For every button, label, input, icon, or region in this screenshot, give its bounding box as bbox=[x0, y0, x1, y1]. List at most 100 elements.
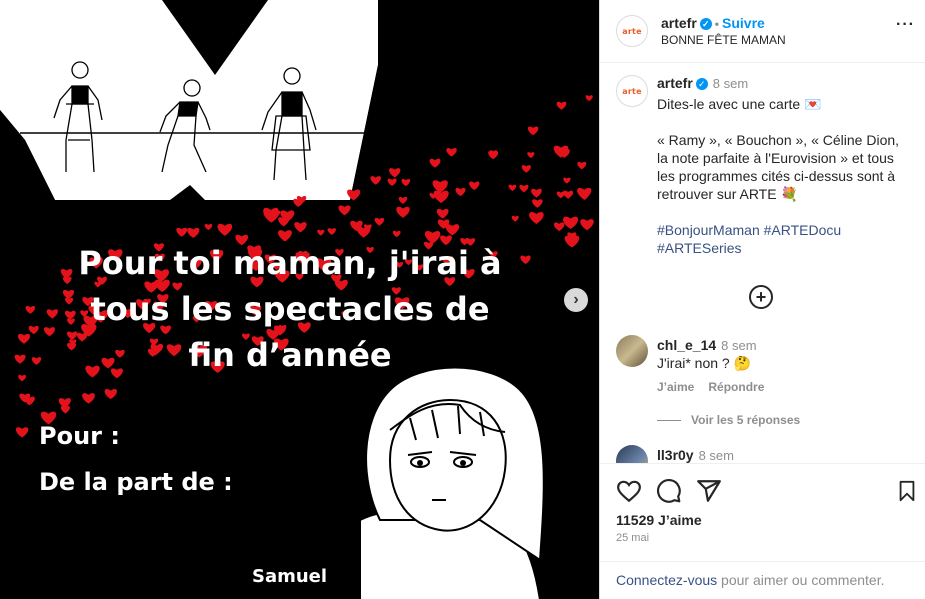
username-link[interactable]: artefr bbox=[661, 15, 697, 31]
comment-username[interactable]: ll3r0y bbox=[657, 447, 694, 463]
post-date[interactable]: 25 mai bbox=[616, 532, 649, 544]
comment-text: J'irai* non ? 🤔 bbox=[657, 355, 752, 371]
girl-illustration bbox=[359, 366, 545, 599]
signature: Samuel bbox=[252, 566, 328, 587]
next-slide-button[interactable]: › bbox=[564, 288, 588, 312]
comment-time: 8 sem bbox=[698, 448, 734, 463]
heart-decoration bbox=[294, 222, 307, 233]
heart-decoration bbox=[187, 227, 200, 238]
likes-count[interactable]: 11529 J’aime bbox=[616, 512, 702, 528]
verified-badge-icon: ✓ bbox=[695, 77, 708, 90]
card-to-label: Pour : bbox=[39, 422, 120, 450]
share-icon[interactable] bbox=[696, 478, 722, 504]
heart-decoration bbox=[338, 205, 351, 216]
heart-decoration bbox=[469, 181, 480, 191]
heart-decoration bbox=[263, 207, 279, 221]
heart-decoration bbox=[176, 227, 188, 237]
heart-decoration bbox=[553, 222, 565, 232]
caption-avatar[interactable]: arte bbox=[616, 75, 648, 107]
card-caption: Pour toi maman, j'irai à tous les specta… bbox=[60, 240, 520, 378]
heart-decoration bbox=[398, 196, 408, 204]
comment-header: ll3r0y 8 sem bbox=[657, 447, 734, 463]
heart-decoration bbox=[18, 374, 27, 382]
heart-decoration bbox=[370, 176, 381, 185]
avatar[interactable]: arte bbox=[616, 15, 648, 47]
heart-decoration bbox=[31, 357, 42, 365]
heart-decoration bbox=[563, 190, 574, 199]
comment-icon[interactable] bbox=[656, 478, 682, 504]
separator-dot: • bbox=[714, 17, 719, 31]
heart-decoration bbox=[374, 217, 385, 226]
post-subtitle: BONNE FÊTE MAMAN bbox=[661, 33, 786, 47]
heart-decoration bbox=[396, 206, 410, 218]
caption-line-1: Dites-le avec une carte 💌 bbox=[657, 96, 822, 112]
heart-decoration bbox=[529, 212, 544, 224]
verified-badge-icon: ✓ bbox=[699, 18, 712, 31]
heart-decoration bbox=[104, 388, 117, 400]
chevron-right-icon: › bbox=[573, 291, 579, 308]
follow-button[interactable]: Suivre bbox=[722, 15, 765, 31]
heart-decoration bbox=[433, 190, 449, 204]
more-options-icon[interactable]: ··· bbox=[896, 16, 915, 34]
hashtags-line-2[interactable]: #ARTESeries bbox=[657, 239, 907, 257]
heart-decoration bbox=[521, 165, 531, 173]
heart-decoration bbox=[28, 325, 39, 335]
login-prompt: Connectez-vous pour aimer ou commenter. bbox=[600, 561, 925, 598]
heart-decoration bbox=[392, 230, 401, 238]
comment-actions: J’aime Répondre bbox=[657, 380, 778, 394]
heart-decoration bbox=[82, 393, 95, 404]
comment-like-button[interactable]: J’aime bbox=[657, 380, 694, 394]
heart-decoration bbox=[17, 333, 31, 344]
heart-decoration bbox=[429, 158, 441, 168]
replies-divider bbox=[657, 420, 681, 422]
heart-decoration bbox=[556, 191, 565, 199]
login-prompt-text: pour aimer ou commenter. bbox=[717, 572, 885, 588]
caption-username[interactable]: artefr bbox=[657, 75, 693, 91]
heart-decoration bbox=[563, 177, 571, 184]
arte-logo: arte bbox=[622, 26, 642, 36]
heart-decoration bbox=[43, 327, 56, 337]
post-header: arte artefr ✓ • Suivre BONNE FÊTE MAMAN ··· bbox=[600, 0, 925, 63]
hashtags-line-1[interactable]: #BonjourMaman #ARTEDocu bbox=[657, 221, 907, 239]
heart-decoration bbox=[327, 228, 336, 235]
heart-decoration bbox=[389, 168, 401, 178]
plus-circle-icon[interactable]: + bbox=[749, 285, 773, 309]
heart-decoration bbox=[527, 126, 539, 136]
heart-decoration bbox=[204, 224, 213, 231]
comment-reply-button[interactable]: Répondre bbox=[708, 380, 764, 394]
heart-decoration bbox=[14, 354, 26, 364]
heart-icon[interactable] bbox=[616, 478, 642, 504]
heart-decoration bbox=[563, 216, 579, 230]
post-sidebar: arte artefr ✓ • Suivre BONNE FÊTE MAMAN ···… bbox=[599, 0, 925, 599]
heart-decoration bbox=[446, 147, 457, 157]
post-media: Pour toi maman, j'irai à tous les specta… bbox=[0, 0, 599, 599]
heart-decoration bbox=[585, 95, 593, 102]
comment-header: chl_e_14 8 sem bbox=[657, 337, 757, 355]
header-user-line: artefr ✓ • Suivre bbox=[661, 15, 765, 31]
heart-decoration bbox=[15, 427, 29, 438]
heart-decoration bbox=[387, 178, 397, 186]
view-replies-label: Voir les 5 réponses bbox=[691, 413, 801, 427]
heart-decoration bbox=[580, 219, 594, 231]
bookmark-icon[interactable] bbox=[896, 478, 918, 504]
view-replies-button[interactable]: Voir les 5 réponses bbox=[657, 413, 800, 427]
comment-avatar[interactable] bbox=[616, 445, 648, 463]
heart-decoration bbox=[531, 188, 542, 198]
comment-username[interactable]: chl_e_14 bbox=[657, 337, 716, 353]
heart-decoration bbox=[217, 223, 233, 236]
comment-avatar[interactable] bbox=[616, 335, 648, 367]
heart-decoration bbox=[508, 184, 517, 192]
heart-decoration bbox=[556, 101, 567, 110]
caption-time: 8 sem bbox=[712, 76, 749, 91]
caption-line: Pour toi maman, j'irai à bbox=[78, 244, 502, 282]
heart-decoration bbox=[532, 199, 543, 208]
heart-decoration bbox=[46, 309, 59, 319]
heart-decoration bbox=[577, 161, 587, 170]
heart-decoration bbox=[519, 184, 529, 193]
heart-decoration bbox=[25, 306, 36, 314]
heart-decoration bbox=[520, 255, 531, 265]
login-link[interactable]: Connectez-vous bbox=[616, 572, 717, 588]
caption-paragraph-2: « Ramy », « Bouchon », « Céline Dion, la… bbox=[657, 132, 900, 202]
card-from-label: De la part de : bbox=[39, 468, 233, 496]
caption-line: tous les spectacles de bbox=[90, 290, 490, 328]
